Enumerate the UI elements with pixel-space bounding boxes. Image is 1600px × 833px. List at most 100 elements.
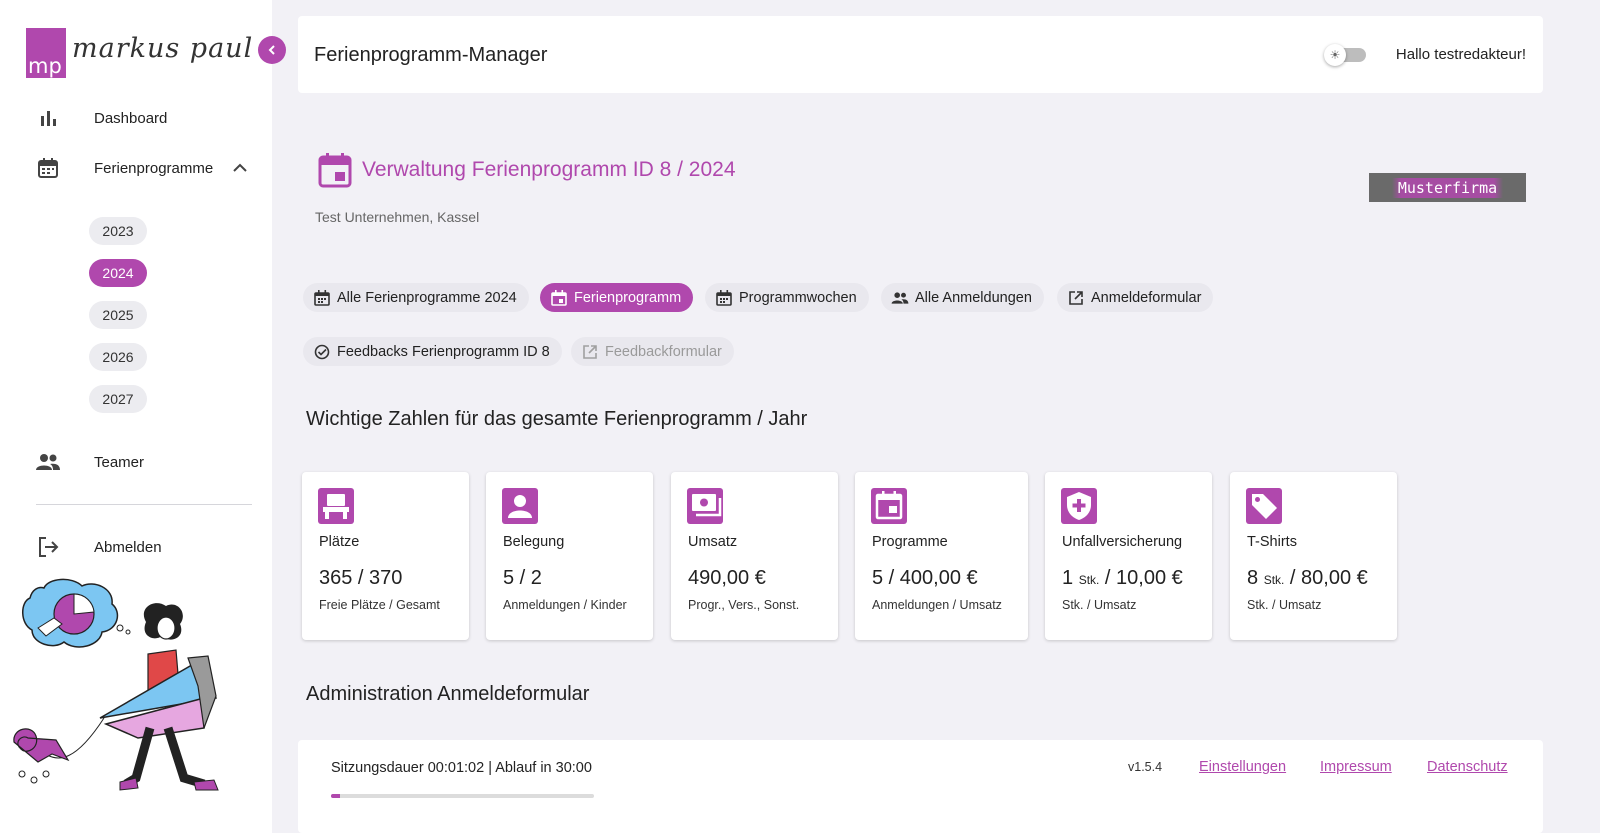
stat-unit: Stk. xyxy=(1078,573,1100,587)
stat-count: 8 xyxy=(1247,567,1259,589)
stats-section-title: Wichtige Zahlen für das gesamte Ferienpr… xyxy=(306,408,808,430)
chevron-left-icon xyxy=(268,45,275,55)
account-box-icon xyxy=(502,488,538,524)
stat-label: Unfallversicherung xyxy=(1062,534,1183,550)
stat-label: Plätze xyxy=(319,534,360,550)
sun-icon: ☀ xyxy=(1324,44,1346,66)
tab-programmwochen[interactable]: Programmwochen xyxy=(705,283,869,312)
payments-icon xyxy=(687,488,723,524)
check-circle-icon xyxy=(313,343,331,361)
logo-initials: mp xyxy=(26,28,66,78)
stat-value: 5 / 400,00 € xyxy=(872,567,978,589)
tab-label: Ferienprogramm xyxy=(574,289,682,306)
sidebar-item-label: Ferienprogramme xyxy=(94,159,214,177)
sidebar: mp markus paul Dashboard Ferienprogramme… xyxy=(0,0,272,833)
sidebar-divider xyxy=(36,504,252,505)
open-in-new-icon xyxy=(581,343,599,361)
app-header: Ferienprogramm-Manager ☀ Hallo testredak… xyxy=(298,16,1543,93)
sidebar-item-teamer[interactable]: Teamer xyxy=(36,450,144,474)
tab-label: Feedbacks Ferienprogramm ID 8 xyxy=(337,343,550,360)
calendar-month-icon xyxy=(313,289,331,307)
page-subtitle: Test Unternehmen, Kassel xyxy=(315,209,480,225)
tab-feedbackformular: Feedbackformular xyxy=(571,337,734,366)
sidebar-item-abmelden[interactable]: Abmelden xyxy=(36,535,162,559)
people-icon xyxy=(36,450,60,474)
tab-label: Programmwochen xyxy=(739,289,857,306)
year-pill-2025[interactable]: 2025 xyxy=(89,301,147,329)
year-pill-2024[interactable]: 2024 xyxy=(89,259,147,287)
bar-chart-icon xyxy=(36,106,60,130)
tab-label: Alle Ferienprogramme 2024 xyxy=(337,289,517,306)
tag-icon xyxy=(1246,488,1282,524)
stat-label: Belegung xyxy=(503,534,565,550)
link-impressum[interactable]: Impressum xyxy=(1320,759,1392,775)
stat-card-programme: Programme 5 / 400,00 € Anmeldungen / Ums… xyxy=(855,472,1028,640)
sidebar-item-label: Dashboard xyxy=(94,109,168,127)
tab-label: Feedbackformular xyxy=(605,343,722,360)
stat-value: 1 Stk. / 10,00 € xyxy=(1062,567,1183,590)
calendar-icon xyxy=(36,156,60,180)
session-progress-fill xyxy=(331,794,340,798)
stat-unit: Stk. xyxy=(1263,573,1285,587)
stat-note: Stk. / Umsatz xyxy=(1062,598,1137,612)
tab-alle-anmeldungen[interactable]: Alle Anmeldungen xyxy=(881,283,1044,312)
open-in-new-icon xyxy=(1067,289,1085,307)
stat-value: 8 Stk. / 80,00 € xyxy=(1247,567,1368,590)
sidebar-item-label: Teamer xyxy=(94,453,145,471)
stat-amount: / 80,00 € xyxy=(1289,567,1368,589)
stat-value: 5 / 2 xyxy=(503,567,542,589)
tab-label: Alle Anmeldungen xyxy=(915,289,1032,306)
sidebar-item-dashboard[interactable]: Dashboard xyxy=(36,106,167,130)
stat-note: Progr., Vers., Sonst. xyxy=(688,598,800,612)
person-carrying-chart-illustration xyxy=(13,578,219,791)
sidebar-collapse-button[interactable] xyxy=(258,36,286,64)
stat-count: 1 xyxy=(1062,567,1074,589)
year-pill-2027[interactable]: 2027 xyxy=(89,385,147,413)
stat-note: Anmeldungen / Kinder xyxy=(503,598,627,612)
brand-logo[interactable]: mp markus paul xyxy=(26,28,253,78)
sidebar-item-label: Abmelden xyxy=(94,538,162,556)
stat-label: T-Shirts xyxy=(1247,534,1297,550)
stat-note: Stk. / Umsatz xyxy=(1247,598,1322,612)
seat-icon xyxy=(318,488,354,524)
sidebar-item-ferienprogramme[interactable]: Ferienprogramme xyxy=(36,156,213,180)
logout-icon xyxy=(36,535,60,559)
stat-card-umsatz: Umsatz 490,00 € Progr., Vers., Sonst. xyxy=(671,472,838,640)
stat-card-plaetze: Plätze 365 / 370 Freie Plätze / Gesamt xyxy=(302,472,469,640)
version-label: v1.5.4 xyxy=(1128,760,1163,774)
stat-value: 365 / 370 xyxy=(319,567,403,589)
company-badge: Musterfirma xyxy=(1369,173,1526,202)
theme-toggle[interactable]: ☀ xyxy=(1324,44,1366,66)
session-progress-bar xyxy=(331,794,594,798)
stat-card-unfallversicherung: Unfallversicherung 1 Stk. / 10,00 € Stk.… xyxy=(1045,472,1212,640)
admin-section-title: Administration Anmeldeformular xyxy=(306,683,590,705)
tab-ferienprogramm[interactable]: Ferienprogramm xyxy=(540,283,694,312)
app-title: Ferienprogramm-Manager xyxy=(314,44,548,66)
tab-anmeldeformular[interactable]: Anmeldeformular xyxy=(1057,283,1214,312)
calendar-month-icon xyxy=(715,289,733,307)
tab-label: Anmeldeformular xyxy=(1091,289,1202,306)
shield-plus-icon xyxy=(1061,488,1097,524)
link-datenschutz[interactable]: Datenschutz xyxy=(1427,759,1508,775)
stat-label: Umsatz xyxy=(688,534,738,550)
stat-note: Freie Plätze / Gesamt xyxy=(319,598,440,612)
logo-name: markus paul xyxy=(72,33,254,64)
tab-feedbacks[interactable]: Feedbacks Ferienprogramm ID 8 xyxy=(303,337,562,366)
event-icon xyxy=(318,153,352,188)
chevron-up-icon[interactable] xyxy=(232,160,248,176)
stat-card-belegung: Belegung 5 / 2 Anmeldungen / Kinder xyxy=(486,472,653,640)
tab-alle-ferienprogramme[interactable]: Alle Ferienprogramme 2024 xyxy=(303,283,529,312)
stat-value: 490,00 € xyxy=(688,567,766,589)
event-icon xyxy=(550,289,568,307)
stat-label: Programme xyxy=(872,534,948,550)
year-pill-2026[interactable]: 2026 xyxy=(89,343,147,371)
company-badge-label: Musterfirma xyxy=(1391,177,1504,198)
footer: Sitzungsdauer 00:01:02 | Ablauf in 30:00… xyxy=(298,740,1543,833)
people-icon xyxy=(891,289,909,307)
page-title: Verwaltung Ferienprogramm ID 8 / 2024 xyxy=(362,158,736,181)
link-einstellungen[interactable]: Einstellungen xyxy=(1199,759,1286,775)
event-icon xyxy=(871,488,907,524)
stat-card-tshirts: T-Shirts 8 Stk. / 80,00 € Stk. / Umsatz xyxy=(1230,472,1397,640)
stat-note: Anmeldungen / Umsatz xyxy=(872,598,1002,612)
year-pill-2023[interactable]: 2023 xyxy=(89,217,147,245)
